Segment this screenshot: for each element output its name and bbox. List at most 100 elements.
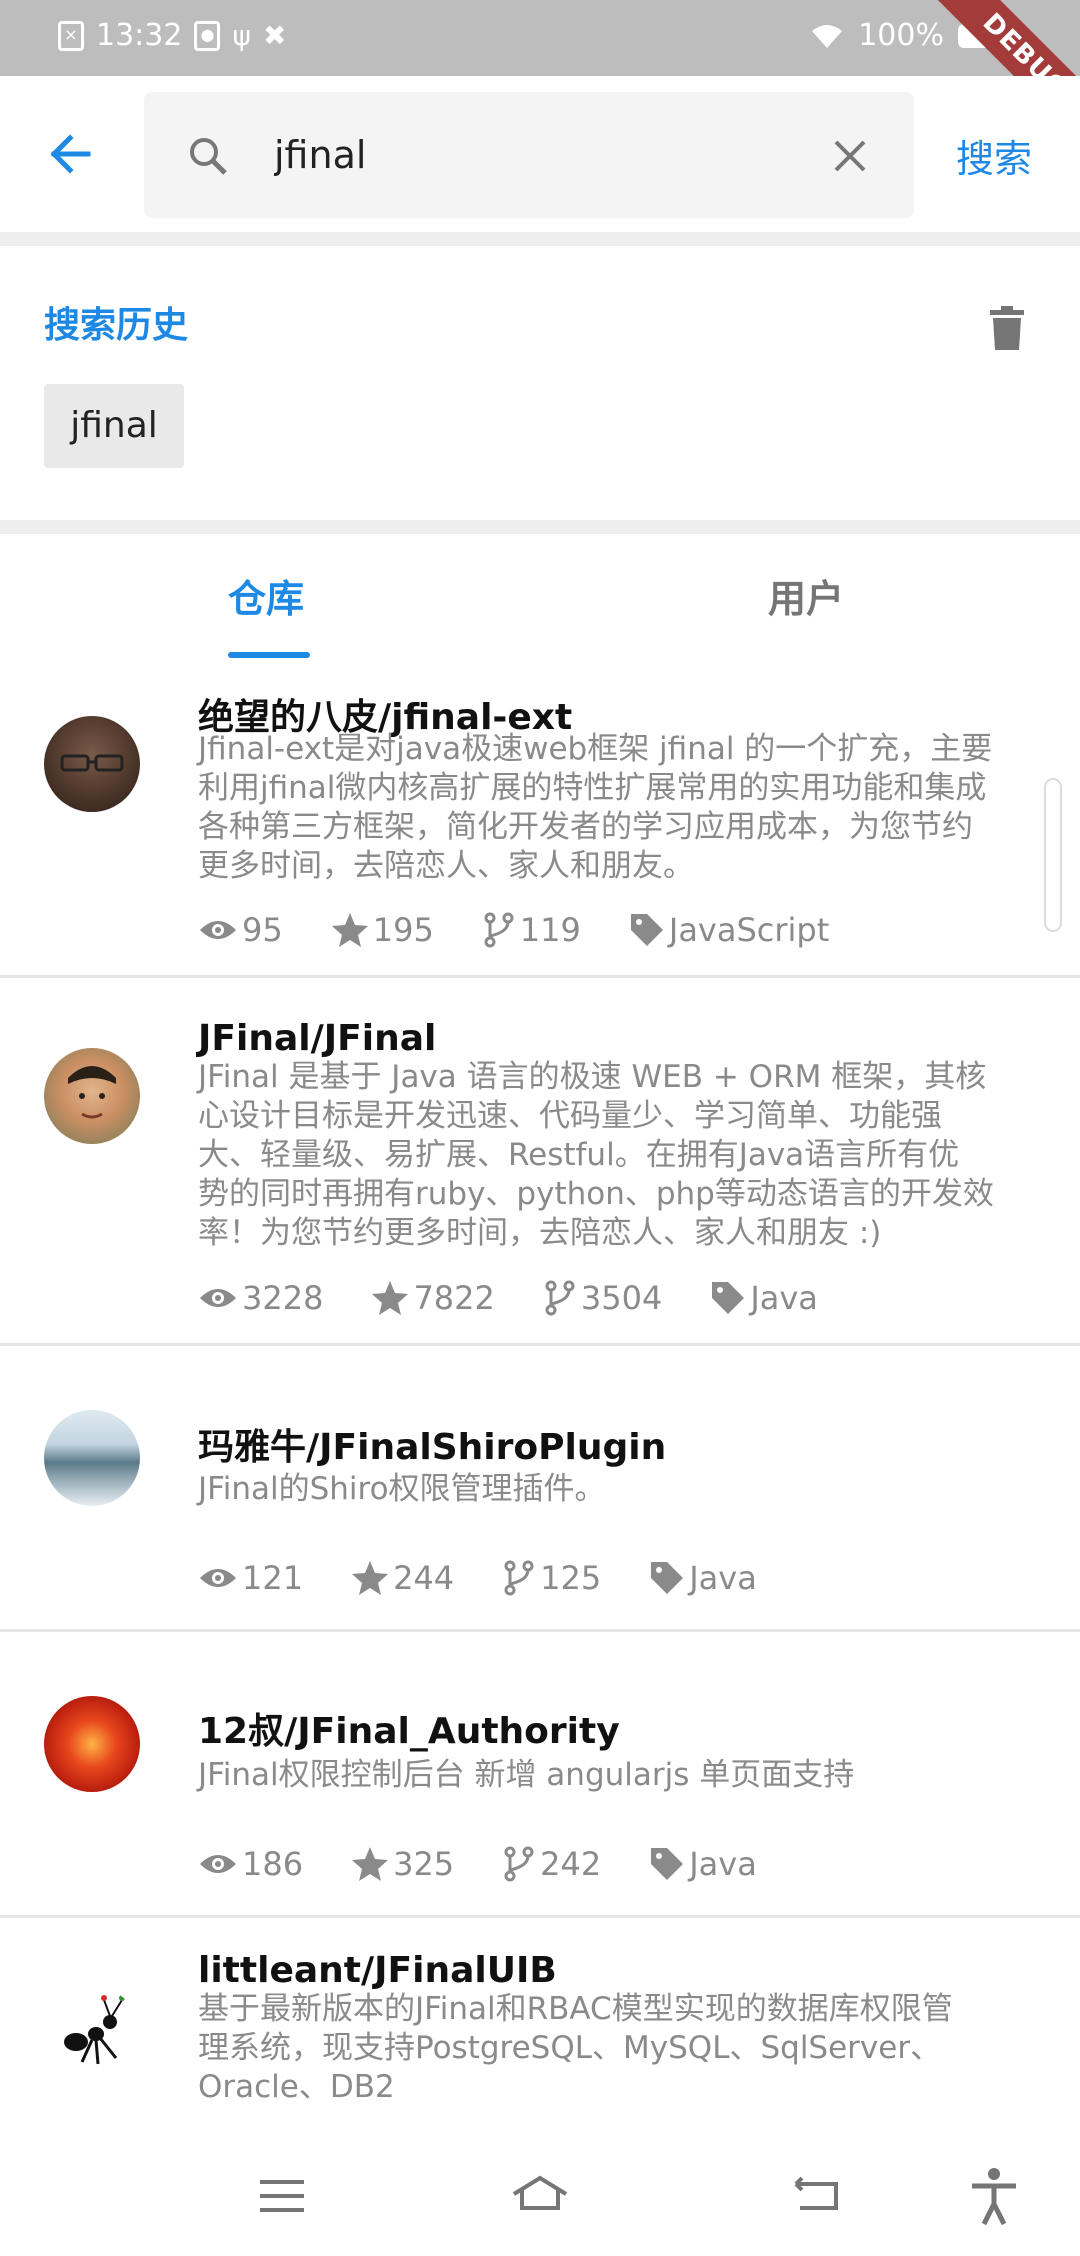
watchers-stat: 3228 [198,1279,323,1317]
desc-line: 各种第三方框架，简化开发者的学习应用成本，为您节约 [198,809,973,845]
avatar [44,1048,140,1144]
tag-icon [712,1282,745,1314]
search-input[interactable] [274,120,794,190]
forks-count: 119 [519,911,581,949]
eye-icon [200,1289,236,1307]
fork-icon [504,1560,534,1596]
tag-icon [630,914,663,946]
desc-line: JFinal 是基于 Java 语言的极速 WEB + ORM 框架，其核 [198,1059,987,1095]
search-icon [190,138,227,175]
avatar [44,716,140,812]
status-left: × 13:32 ● ψ ✖ [58,18,286,53]
back-icon[interactable] [786,2164,850,2228]
desc-line: JFinal的Shiro权限管理插件。 [198,1471,606,1507]
stars-count: 195 [372,911,434,949]
search-button[interactable]: 搜索 [956,128,1032,183]
repo-name[interactable]: 玛雅牛/JFinalShiroPlugin [198,1418,666,1470]
avatar [44,1696,140,1792]
forks-stat: 3504 [543,1279,662,1317]
forks-stat: 125 [502,1559,601,1597]
history-chip[interactable]: jfinal [44,384,184,468]
forks-stat: 242 [502,1845,601,1883]
stars-stat: 195 [331,911,434,949]
desc-line: Jfinal-ext是对java极速web框架 jfinal 的一个扩充，主要 [198,731,993,767]
eye-icon [200,921,236,939]
clear-icon[interactable] [830,136,870,176]
desc-line: 理系统，现支持PostgreSQL、MySQL、SqlServer、 [198,2030,942,2066]
avatar [44,1410,140,1506]
watchers-stat: 95 [198,911,283,949]
accessibility-icon[interactable] [962,2164,1026,2228]
language-stat: Java [649,1845,757,1883]
watchers-stat: 121 [198,1559,303,1597]
repo-stats: 95 195 119 JavaScript [198,908,877,952]
repo-name[interactable]: littleant/JFinalUIB [198,1950,557,1991]
stars-count: 7822 [413,1279,495,1317]
desc-line: 基于最新版本的JFinal和RBAC模型实现的数据库权限管 [198,1991,953,2027]
language-label: Java [689,1559,757,1597]
stars-stat: 7822 [371,1279,495,1317]
menu-icon[interactable] [250,2164,314,2228]
battery-percent: 100% [858,18,944,53]
stars-count: 244 [393,1559,455,1597]
trash-icon[interactable] [988,306,1026,350]
forks-count: 3504 [580,1279,663,1317]
fork-icon [545,1280,575,1316]
desc-line: 心设计目标是开发迅速、代码量少、学习简单、功能强 [198,1098,942,1134]
language-label: JavaScript [668,911,830,949]
desc-line: 率！为您节约更多时间，去陪恋人、家人和朋友 :) [198,1215,882,1251]
forks-count: 125 [540,1559,602,1597]
back-arrow-icon[interactable] [40,122,104,186]
watchers-count: 186 [242,1845,304,1883]
section-divider [0,520,1080,534]
stars-stat: 244 [351,1559,454,1597]
tab-users[interactable]: 用户 [768,568,844,623]
repo-name[interactable]: JFinal/JFinal [198,1018,436,1059]
section-divider [0,232,1080,246]
desc-line: JFinal权限控制后台 新增 angularjs 单页面支持 [198,1757,855,1793]
language-stat: JavaScript [629,911,829,949]
repo-description: 基于最新版本的JFinal和RBAC模型实现的数据库权限管 理系统，现支持Pos… [198,1990,1038,2107]
repo-list-item[interactable]: JFinal/JFinal JFinal 是基于 Java 语言的极速 WEB … [0,990,1080,1346]
repo-list-item[interactable]: 绝望的八皮/jfinal-ext Jfinal-ext是对java极速web框架… [0,670,1080,978]
eye-icon [200,1855,236,1873]
star-icon [352,1561,389,1595]
scrollbar-thumb[interactable] [1044,778,1062,932]
home-icon[interactable] [508,2164,572,2228]
repo-list-item[interactable]: littleant/JFinalUIB 基于最新版本的JFinal和RBAC模型… [0,1930,1080,2136]
app-notification-icon: ● [194,20,221,51]
search-field[interactable] [144,92,914,218]
desc-line: 更多时间，去陪恋人、家人和朋友。 [198,848,694,884]
watchers-count: 3228 [242,1279,324,1317]
usb-icon: ψ [232,19,251,52]
watchers-stat: 186 [198,1845,303,1883]
ant-avatar [44,1986,140,2082]
watchers-count: 95 [242,911,283,949]
status-time: 13:32 [96,18,183,53]
app-bar: 搜索 [0,76,1080,232]
star-icon [352,1847,389,1881]
star-icon [372,1281,409,1315]
sim-icon: × [58,20,84,51]
watchers-count: 121 [242,1559,304,1597]
stars-stat: 325 [351,1845,454,1883]
repo-description: Jfinal-ext是对java极速web框架 jfinal 的一个扩充，主要 … [198,730,1038,886]
stars-count: 325 [393,1845,455,1883]
repo-list-item[interactable]: 12叔/JFinal_Authority JFinal权限控制后台 新增 ang… [0,1644,1080,1918]
language-stat: Java [710,1279,818,1317]
repo-stats: 121 244 125 Java [198,1556,805,1600]
desc-line: 势的同时再拥有ruby、python、php等动态语言的开发效 [198,1176,994,1212]
repo-list-item[interactable]: 玛雅牛/JFinalShiroPlugin JFinal的Shiro权限管理插件… [0,1358,1080,1632]
tab-indicator [228,652,310,658]
forks-stat: 119 [482,911,581,949]
eye-icon [200,1569,236,1587]
language-label: Java [750,1279,818,1317]
fork-icon [504,1846,534,1882]
repo-description: JFinal 是基于 Java 语言的极速 WEB + ORM 框架，其核 心设… [198,1058,1038,1253]
repo-name[interactable]: 12叔/JFinal_Authority [198,1702,620,1754]
tab-repositories[interactable]: 仓库 [228,568,304,623]
language-label: Java [689,1845,757,1883]
tag-icon [651,1562,684,1594]
repo-stats: 3228 7822 3504 Java [198,1276,866,1320]
repo-stats: 186 325 242 Java [198,1842,805,1886]
